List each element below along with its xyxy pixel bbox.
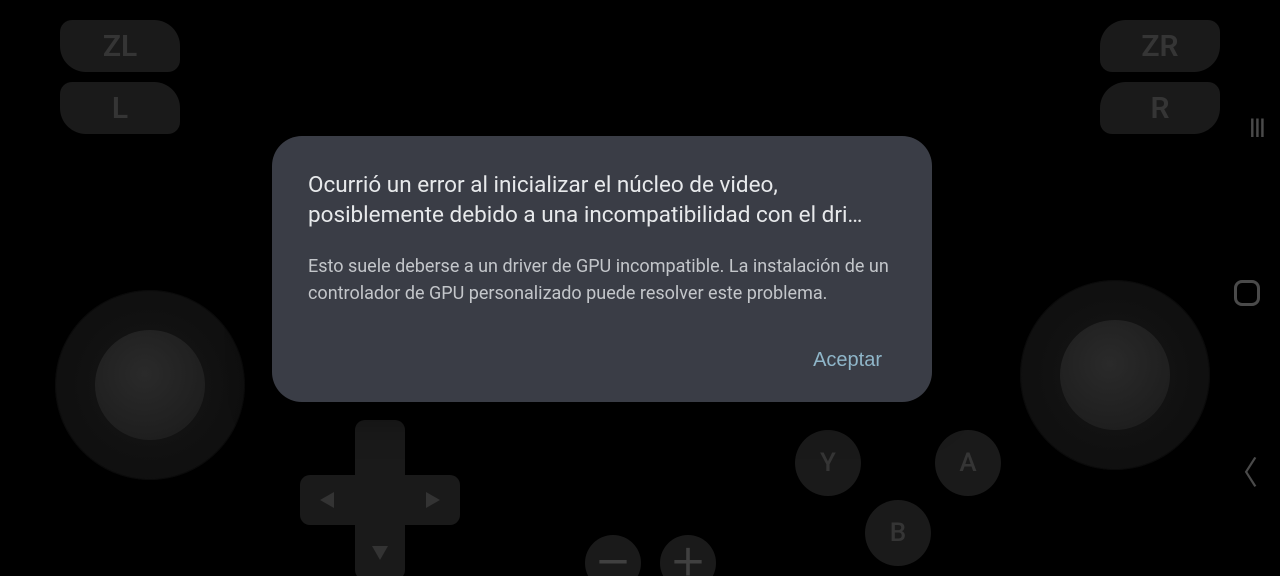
dpad-right-icon xyxy=(426,492,440,508)
y-button[interactable]: Y xyxy=(795,430,861,496)
dialog-body: Esto suele deberse a un driver de GPU in… xyxy=(308,253,896,307)
dpad-left-icon xyxy=(320,492,334,508)
recents-icon[interactable]: III xyxy=(1249,114,1264,144)
error-dialog: Ocurrió un error al inicializar el núcle… xyxy=(272,136,932,402)
b-button[interactable]: B xyxy=(865,500,931,566)
left-stick[interactable] xyxy=(55,290,245,480)
zr-button[interactable]: ZR xyxy=(1100,20,1220,72)
back-icon[interactable]: 〈 xyxy=(1226,448,1258,494)
zl-button[interactable]: ZL xyxy=(60,20,180,72)
r-button[interactable]: R xyxy=(1100,82,1220,134)
dialog-title: Ocurrió un error al inicializar el núcle… xyxy=(308,170,896,231)
accept-button[interactable]: Aceptar xyxy=(799,341,896,380)
right-stick[interactable] xyxy=(1020,280,1210,470)
plus-button[interactable]: ＋ xyxy=(660,535,716,576)
l-button[interactable]: L xyxy=(60,82,180,134)
right-stick-cap xyxy=(1060,320,1170,430)
dialog-actions: Aceptar xyxy=(308,341,896,380)
minus-button[interactable]: － xyxy=(585,535,641,576)
a-button[interactable]: A xyxy=(935,430,1001,496)
left-stick-cap xyxy=(95,330,205,440)
dpad-down-icon xyxy=(372,546,388,560)
dpad[interactable] xyxy=(300,420,460,576)
home-icon[interactable] xyxy=(1234,280,1260,306)
